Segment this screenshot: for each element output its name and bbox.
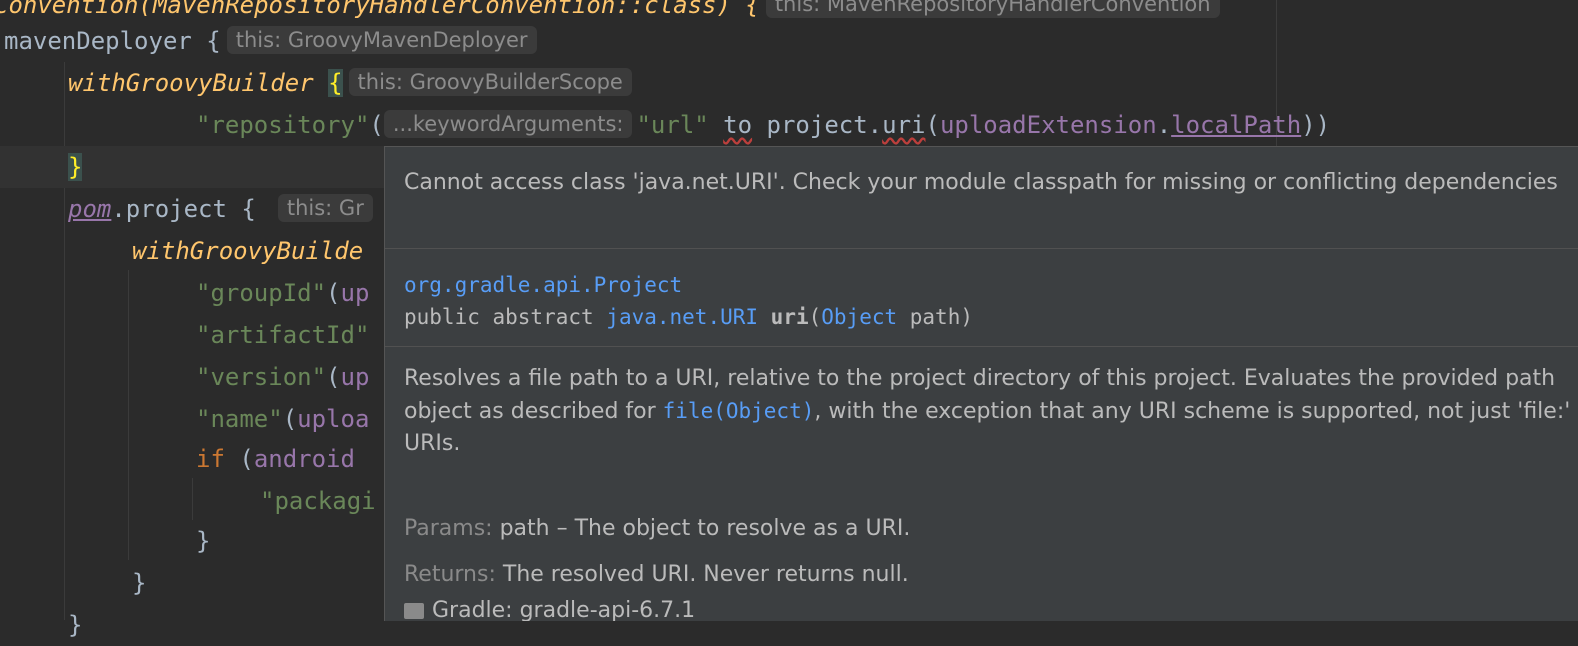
signature-modifiers: public abstract	[404, 305, 607, 329]
inlay-hint: this: GroovyBuilderScope	[348, 68, 632, 96]
class-link[interactable]: org.gradle.api.Project	[404, 273, 682, 297]
code-line[interactable]: "packagi	[260, 480, 376, 522]
code-token: withGroovyBuilder	[68, 69, 314, 97]
code-token: pom	[68, 195, 112, 223]
params-row: Params: path – The object to resolve as …	[404, 513, 910, 545]
code-line[interactable]: withGroovyBuilder {this: GroovyBuilderSc…	[68, 62, 638, 104]
file-object-link[interactable]: file(Object)	[663, 399, 815, 423]
code-token: ))	[1301, 111, 1331, 139]
returns-row: Returns: The resolved URI. Never returns…	[404, 559, 909, 591]
code-line[interactable]: "artifactId"	[196, 314, 369, 356]
code-token: localPath	[1171, 111, 1302, 139]
code-token: to	[723, 111, 753, 139]
method-name: uri	[770, 305, 809, 329]
param-type-link[interactable]: Object	[821, 305, 897, 329]
code-line[interactable]: }	[196, 520, 210, 562]
code-token: "groupId"	[196, 279, 327, 307]
code-line[interactable]: }	[68, 604, 82, 646]
documentation-popup[interactable]: Cannot access class 'java.net.URI'. Chec…	[384, 146, 1578, 621]
params-label: Params:	[404, 516, 493, 541]
code-token: .project {	[111, 195, 256, 223]
code-token: (	[326, 279, 341, 307]
brace-highlight: {	[328, 69, 343, 97]
code-token: (	[925, 111, 940, 139]
code-token: }	[68, 611, 83, 639]
code-token: up	[340, 363, 370, 391]
code-token: "artifactId"	[196, 321, 370, 349]
inlay-hint: this: Gr	[277, 194, 373, 222]
returns-label: Returns:	[404, 562, 496, 587]
code-token: }	[196, 527, 211, 555]
params-text: path – The object to resolve as a URI.	[499, 516, 911, 541]
code-token: .	[1156, 111, 1172, 139]
inlay-hint: ...keywordArguments:	[383, 110, 633, 138]
code-token: (	[224, 445, 254, 473]
code-token: uploa	[297, 405, 370, 433]
brace-highlight: }	[68, 153, 83, 181]
signature-paren: (	[808, 305, 822, 329]
code-token: }	[132, 569, 147, 597]
code-token: withGroovyBuilde	[132, 237, 364, 265]
code-token: "repository"	[196, 111, 370, 139]
code-line[interactable]: "name"(uploa	[196, 398, 369, 440]
code-token: up	[340, 279, 370, 307]
indent-guide	[128, 270, 129, 560]
description-text: Resolves a file path to a URI, relative …	[404, 363, 1578, 460]
signature-param: path)	[897, 305, 973, 329]
code-token: uploadExtension	[939, 111, 1157, 139]
code-token: {	[191, 27, 221, 55]
code-line[interactable]: pom.project { this: Gr	[68, 188, 379, 230]
inlay-hint: this: GroovyMavenDeployer	[226, 26, 537, 54]
code-line[interactable]: "groupId"(up	[196, 272, 369, 314]
code-token: project.	[752, 111, 883, 139]
code-token: if	[196, 445, 225, 473]
code-line[interactable]: "repository"(...keywordArguments: "url" t…	[196, 104, 1330, 146]
inlay-hint: this: MavenRepositoryHandlerConvention	[765, 0, 1220, 18]
code-token: "url"	[636, 111, 709, 139]
error-message: Cannot access class 'java.net.URI'. Chec…	[385, 147, 1578, 249]
code-token: Convention(MavenRepositoryHandlerConvent…	[0, 0, 760, 19]
code-token: (	[282, 405, 298, 433]
code-line[interactable]: }	[132, 562, 146, 604]
returns-text: The resolved URI. Never returns null.	[502, 562, 909, 587]
code-line[interactable]: mavenDeployer {this: GroovyMavenDeployer	[4, 20, 543, 62]
return-type-link[interactable]: java.net.URI	[606, 305, 758, 329]
library-footer: Gradle: gradle-api-6.7.1	[404, 595, 695, 621]
code-token: "name"	[196, 405, 283, 433]
indent-guide	[64, 62, 65, 104]
code-token: "packagi	[260, 487, 376, 515]
code-line[interactable]: "version"(up	[196, 356, 369, 398]
code-token: (	[326, 363, 341, 391]
code-token: "version"	[196, 363, 327, 391]
signature-section: org.gradle.api.Project public abstract j…	[385, 249, 1578, 347]
library-name: Gradle: gradle-api-6.7.1	[432, 598, 696, 621]
code-token: mavenDeployer	[4, 27, 192, 55]
code-line[interactable]: if (android	[196, 438, 355, 480]
library-icon	[404, 603, 424, 619]
code-line[interactable]: withGroovyBuilde	[132, 230, 363, 272]
error-token: uri	[882, 111, 926, 139]
code-token: (	[369, 111, 384, 139]
code-token: android	[253, 445, 355, 473]
indent-guide	[192, 478, 193, 520]
